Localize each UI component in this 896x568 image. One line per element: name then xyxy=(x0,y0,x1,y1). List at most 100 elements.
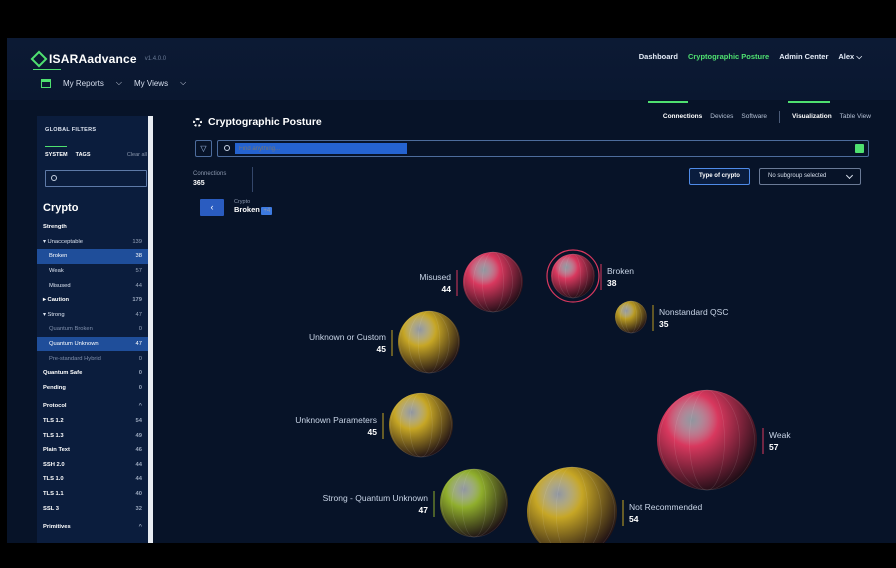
bubble-label: Misused xyxy=(419,272,451,282)
filter-row[interactable]: SSL 3 32 xyxy=(37,501,148,516)
filter-row-label: Pending xyxy=(43,384,66,391)
bubble-visualization: Misused 44 Broken 38 Nonstandard QSC 35 Unknow… xyxy=(295,249,791,543)
filter-row-count: 49 xyxy=(135,432,142,439)
filter-row-label: Quantum Broken xyxy=(49,326,93,333)
bubble-label: Unknown or Custom xyxy=(309,332,386,342)
tab-tags[interactable]: TAGS xyxy=(76,152,91,158)
bubble-count: 45 xyxy=(377,344,387,354)
bubble-unknown-or-custom[interactable]: Unknown or Custom 45 xyxy=(309,310,460,374)
filter-row-count: 44 xyxy=(135,476,142,483)
bubble-count: 57 xyxy=(769,442,779,452)
filter-row-count: 44 xyxy=(135,282,142,289)
filter-row-count: 57 xyxy=(135,268,142,275)
bubble-label: Not Recommended xyxy=(629,502,703,512)
chevron-down-icon: ⌵ xyxy=(115,78,122,87)
bubble-label: Unknown Parameters xyxy=(295,415,377,425)
tab-system[interactable]: SYSTEM xyxy=(45,152,68,158)
bubble-count: 38 xyxy=(607,278,617,288)
filter-row[interactable]: Strength xyxy=(37,220,148,235)
filter-row[interactable]: Pending 0 xyxy=(37,381,148,396)
bubble-label: Nonstandard QSC xyxy=(659,307,728,317)
bubble-label: Strong - Quantum Unknown xyxy=(323,493,429,503)
nav-dashboard[interactable]: Dashboard xyxy=(639,52,678,62)
filter-row-count: 0 xyxy=(138,384,142,391)
nav-admin-center[interactable]: Admin Center xyxy=(779,52,828,62)
filter-row-count: 47 xyxy=(135,311,142,318)
filters-header: GLOBAL FILTERS xyxy=(45,127,97,133)
filter-row[interactable]: Quantum Broken 0 xyxy=(37,322,148,337)
filter-row[interactable]: ▾ Unacceptable 139 xyxy=(37,235,148,250)
chevron-down-icon: ⌵ xyxy=(856,52,862,61)
bubble-sphere xyxy=(398,311,460,373)
filter-row[interactable]: TLS 1.0 44 xyxy=(37,472,148,487)
filter-row[interactable]: Plain Text 46 xyxy=(37,443,148,458)
bubble-strong-quantum-unknown[interactable]: Strong - Quantum Unknown 47 xyxy=(323,468,508,538)
user-menu[interactable]: Alex ⌵ xyxy=(838,52,862,62)
bubble-sphere xyxy=(551,254,595,298)
my-reports-menu[interactable]: My Reports xyxy=(63,79,104,88)
filter-row-label: ▾ Unacceptable xyxy=(43,238,83,245)
filter-row-count: 0 xyxy=(138,326,142,333)
top-nav: Dashboard Cryptographic Posture Admin Ce… xyxy=(639,52,862,62)
dashboard-icon[interactable] xyxy=(41,78,51,88)
bubble-broken[interactable]: Broken 38 xyxy=(546,249,634,303)
clear-all-link[interactable]: Clear all xyxy=(127,152,147,158)
bubble-sphere xyxy=(389,393,453,457)
top-bar: ISARAadvance v1.4.0.0 My Reports ⌵ My Vi… xyxy=(7,38,896,100)
filter-row[interactable]: ▾ Strong 47 xyxy=(37,308,148,323)
my-views-menu[interactable]: My Views xyxy=(134,79,168,88)
bubble-sphere xyxy=(440,469,508,537)
bubble-count: 44 xyxy=(442,284,452,294)
filter-row[interactable]: Weak 57 xyxy=(37,264,148,279)
bubble-unknown-parameters[interactable]: Unknown Parameters 45 xyxy=(295,392,453,458)
filter-row-label: TLS 1.3 xyxy=(43,432,64,439)
filter-row[interactable]: ▸ Caution 179 xyxy=(37,293,148,308)
bubble-label: Weak xyxy=(769,430,791,440)
section-title-crypto: Crypto xyxy=(43,202,79,214)
filter-row-count: 44 xyxy=(135,461,142,468)
bubble-label: Broken xyxy=(607,266,634,276)
filter-row[interactable]: Quantum Unknown 47 xyxy=(37,336,148,352)
filter-tabs: SYSTEM TAGS Clear all xyxy=(45,152,147,158)
bubble-nonstandard-qsc[interactable]: Nonstandard QSC 35 xyxy=(615,300,728,334)
filter-row-label: SSL 3 xyxy=(43,505,60,512)
brand-name: ISARAadvance xyxy=(49,52,137,66)
chevron-down-icon: ⌵ xyxy=(180,78,187,87)
bubble-sphere xyxy=(657,390,757,490)
logo[interactable]: ISARAadvance v1.4.0.0 xyxy=(30,50,166,68)
filter-row[interactable]: TLS 1.2 54 xyxy=(37,414,148,429)
filter-row-count: 0 xyxy=(138,370,142,377)
main-panel: Cryptographic Posture Connections Device… xyxy=(157,100,896,543)
filter-row[interactable]: Protocol ^ xyxy=(37,399,148,414)
bubble-sphere xyxy=(463,252,523,312)
filter-row[interactable]: Misused 44 xyxy=(37,278,148,293)
filter-row[interactable]: Broken 38 xyxy=(37,249,148,264)
nav-crypto-posture[interactable]: Cryptographic Posture xyxy=(688,52,769,62)
bubble-weak[interactable]: Weak 57 xyxy=(657,389,791,491)
filter-list: Crypto Strength ▾ Unacceptable 139 Broken 38… xyxy=(37,198,148,534)
filter-row[interactable]: Quantum Safe 0 xyxy=(37,366,148,381)
bubble-count: 47 xyxy=(419,505,429,515)
filter-row-label: Pre-standard Hybrid xyxy=(49,355,101,362)
sub-nav: My Reports ⌵ My Views ⌵ xyxy=(41,78,186,88)
filter-row[interactable]: TLS 1.1 40 xyxy=(37,487,148,502)
filter-row-count: 139 xyxy=(132,238,142,245)
filter-row-label: Strength xyxy=(43,224,67,231)
filter-row-count: 32 xyxy=(135,505,142,512)
filter-row-count: ^ xyxy=(138,524,142,531)
filter-row-count: 179 xyxy=(132,297,142,304)
filter-row-count: 46 xyxy=(135,447,142,454)
bubble-misused[interactable]: Misused 44 xyxy=(419,251,523,313)
bubble-count: 35 xyxy=(659,319,669,329)
filter-row[interactable]: Primitives ^ xyxy=(37,520,148,535)
filter-row-count: 0 xyxy=(138,355,142,362)
filter-row[interactable]: SSH 2.0 44 xyxy=(37,458,148,473)
filter-row-label: TLS 1.2 xyxy=(43,418,64,425)
app-window: ISARAadvance v1.4.0.0 My Reports ⌵ My Vi… xyxy=(7,38,896,543)
bubble-sphere xyxy=(527,467,617,543)
filter-row[interactable]: TLS 1.3 49 xyxy=(37,428,148,443)
filter-row[interactable]: Pre-standard Hybrid 0 xyxy=(37,351,148,366)
diamond-logo-icon xyxy=(30,50,48,68)
filter-search-input[interactable] xyxy=(45,170,147,187)
filter-row-label: Weak xyxy=(49,268,64,275)
